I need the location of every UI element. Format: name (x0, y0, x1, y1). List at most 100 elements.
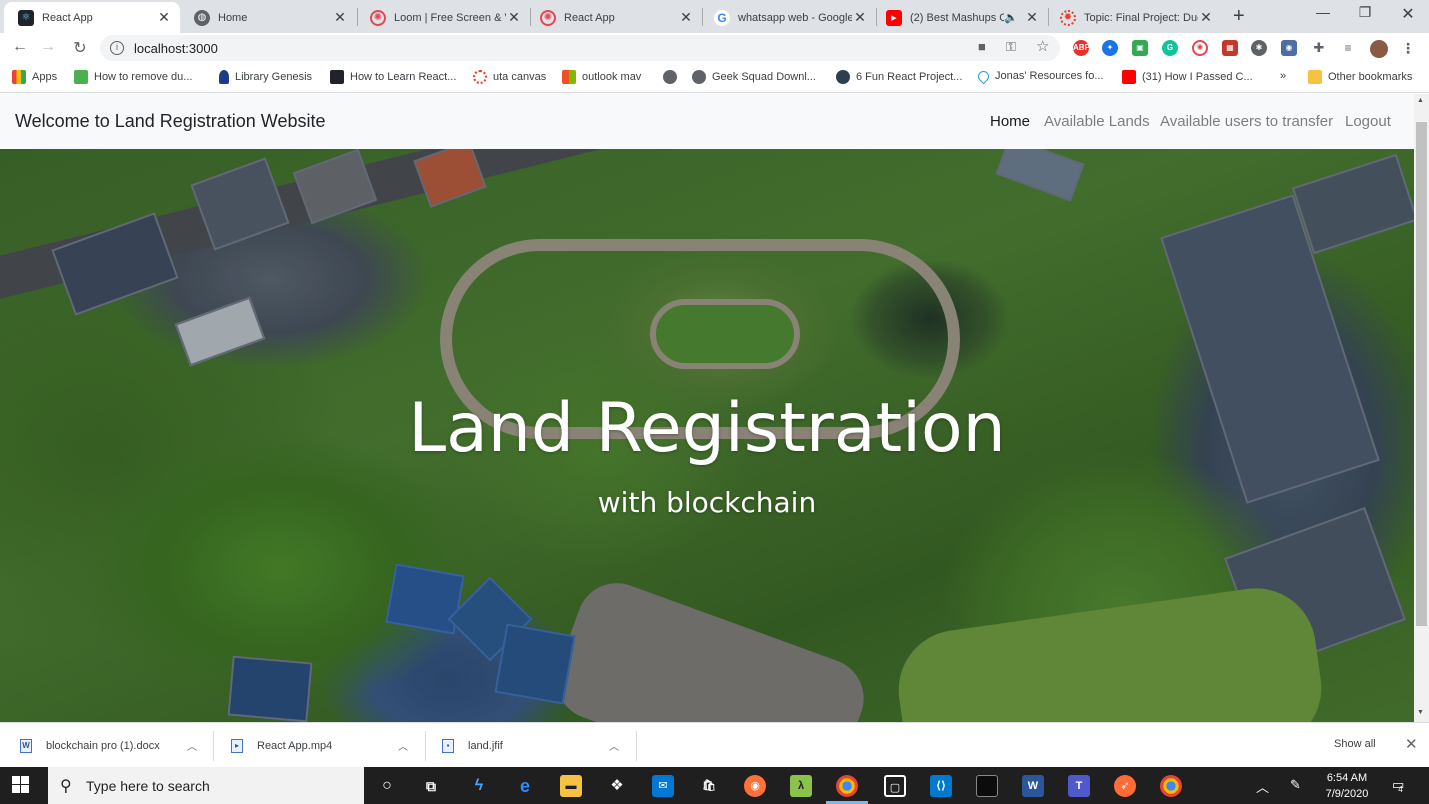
mail-icon[interactable]: ✉ (652, 775, 674, 797)
camera-icon[interactable]: ■ (978, 39, 986, 54)
search-icon: ⚲ (60, 778, 72, 795)
tab-title: Home (218, 11, 248, 24)
bookmark-item[interactable]: uta canvas (473, 70, 546, 84)
bookmark-item[interactable]: 6 Fun React Project... (836, 70, 962, 84)
download-item[interactable]: W blockchain pro (1).docx ︿ (20, 723, 205, 768)
close-tab-icon[interactable]: ✕ (1024, 9, 1040, 26)
close-tab-icon[interactable]: ✕ (332, 9, 348, 26)
chevron-up-icon[interactable]: ︿ (187, 738, 197, 753)
camera-extension-icon[interactable]: ◉ (1281, 40, 1297, 56)
tab-youtube[interactable]: ▶ (2) Best Mashups Of 🔈 ✕ (872, 2, 1048, 33)
chrome-icon[interactable] (1160, 775, 1182, 797)
close-window-button[interactable]: ✕ (1393, 4, 1423, 24)
info-icon[interactable]: i (110, 41, 124, 55)
taskbar-search-box[interactable]: ⚲ Type here to search (48, 767, 364, 804)
vscode-icon[interactable]: ⟨⟩ (930, 775, 952, 797)
close-tab-icon[interactable]: ✕ (156, 9, 172, 26)
close-icon[interactable]: ✕ (1405, 735, 1418, 753)
bookmarks-overflow-chevron[interactable]: » (1280, 70, 1286, 82)
cortana-icon[interactable]: ○ (376, 775, 398, 797)
postman-icon[interactable]: ➶ (1114, 775, 1136, 797)
nav-link-logout[interactable]: Logout (1345, 113, 1391, 130)
pen-icon[interactable]: ✎ (1290, 777, 1301, 793)
taskbar-clock[interactable]: 6:54 AM 7/9/2020 (1318, 770, 1376, 802)
extension-icon[interactable]: ▦ (1222, 40, 1238, 56)
maximize-button[interactable]: ❐ (1350, 4, 1380, 21)
bookmark-item[interactable]: How to remove du... (74, 70, 192, 84)
close-tab-icon[interactable]: ✕ (678, 9, 694, 26)
bolt-app-icon[interactable]: ϟ (468, 775, 490, 797)
speaker-muted-icon[interactable]: 🔈 (1004, 11, 1018, 24)
navbar-brand[interactable]: Welcome to Land Registration Website (15, 111, 326, 132)
key-icon[interactable]: ⚿ (1006, 39, 1016, 55)
nav-link-available-lands[interactable]: Available Lands (1044, 113, 1150, 130)
close-tab-icon[interactable]: ✕ (1198, 9, 1214, 26)
page-scrollbar[interactable]: ▲ ▼ (1414, 94, 1429, 722)
scrollbar-thumb[interactable] (1416, 122, 1427, 626)
nav-link-available-users[interactable]: Available users to transfer (1160, 113, 1333, 130)
minimize-button[interactable]: — (1308, 4, 1338, 20)
bookmark-item[interactable]: How to Learn React... (330, 70, 456, 84)
bookmark-item[interactable] (663, 70, 683, 84)
bookmark-item[interactable]: (31) How I Passed C... (1122, 70, 1253, 84)
avatar[interactable] (1370, 40, 1388, 58)
edge-icon[interactable]: e (514, 775, 536, 797)
extension-icon[interactable]: ▣ (1132, 40, 1148, 56)
close-tab-icon[interactable]: ✕ (506, 9, 522, 26)
scroll-up-arrow-icon[interactable]: ▲ (1417, 97, 1424, 104)
lambda-app-icon[interactable]: λ (790, 775, 812, 797)
extension-icon[interactable]: ✦ (1102, 40, 1118, 56)
new-tab-button[interactable]: + (1233, 5, 1245, 28)
loom-icon: ✺ (540, 9, 556, 26)
back-arrow-icon[interactable]: ← (10, 38, 30, 56)
close-tab-icon[interactable]: ✕ (852, 9, 868, 26)
tab-react-app-active[interactable]: ⚛ React App ✕ (4, 2, 180, 33)
chevron-up-icon[interactable]: ︿ (609, 738, 619, 753)
forward-arrow-icon[interactable]: → (38, 38, 58, 56)
nav-link-home[interactable]: Home (990, 113, 1030, 130)
tab-topic-final-project[interactable]: ✹ Topic: Final Project: Due ✕ (1046, 2, 1222, 33)
star-bookmark-icon[interactable]: ☆ (1036, 37, 1049, 55)
tab-loom[interactable]: ✺ Loom | Free Screen & Video ✕ (356, 2, 530, 33)
task-view-icon[interactable]: ⧉ (420, 775, 442, 797)
address-bar[interactable]: i localhost:3000 (100, 35, 1060, 61)
browser-tab-strip: ⚛ React App ✕ ◍ Home ✕ ✺ Loom | Free Scr… (0, 0, 1429, 33)
firefox-icon[interactable]: ◉ (744, 775, 766, 797)
screen-recorder-icon[interactable]: ▢ (884, 775, 906, 797)
bookmark-item[interactable]: outlook mav (562, 70, 641, 84)
file-explorer-icon[interactable]: ▬ (560, 775, 582, 797)
chrome-icon[interactable] (836, 775, 858, 797)
tab-react-app[interactable]: ✺ React App ✕ (526, 2, 702, 33)
grammarly-icon[interactable]: G (1162, 40, 1178, 56)
download-separator (425, 731, 426, 761)
windows-start-icon[interactable] (12, 776, 30, 794)
bookmark-item[interactable]: Geek Squad Downl... (692, 70, 816, 84)
tab-google-search[interactable]: G whatsapp web - Google Search ✕ (700, 2, 876, 33)
chevron-up-icon[interactable]: ︿ (398, 738, 408, 753)
bug-icon[interactable]: ✱ (1251, 40, 1267, 56)
terminal-icon[interactable] (976, 775, 998, 797)
download-item[interactable]: ▪ land.jfif ︿ (442, 723, 627, 768)
word-icon[interactable]: W (1022, 775, 1044, 797)
loom-icon: ✺ (370, 9, 386, 26)
store-icon[interactable]: 🛍 (698, 775, 720, 797)
bookmark-item[interactable]: Jonas' Resources fo... (975, 68, 1104, 84)
bookmark-apps[interactable]: Apps (12, 70, 57, 84)
reload-icon[interactable]: ↻ (70, 38, 90, 58)
tab-home[interactable]: ◍ Home ✕ (180, 2, 356, 33)
scroll-down-arrow-icon[interactable]: ▼ (1417, 709, 1424, 716)
puzzle-icon[interactable]: ✚ (1311, 40, 1327, 56)
notification-icon[interactable]: ▭4 (1392, 777, 1409, 794)
adblock-icon[interactable]: ABP (1073, 40, 1090, 56)
chevron-up-icon[interactable]: ︿ (1256, 777, 1269, 796)
media-queue-icon[interactable]: ≡ (1340, 40, 1356, 56)
dropbox-icon[interactable]: ❖ (606, 775, 628, 797)
bookmark-other[interactable]: Other bookmarks (1308, 70, 1412, 84)
teams-icon[interactable]: T (1068, 775, 1090, 797)
bookmark-item[interactable]: Library Genesis (219, 70, 312, 84)
download-item[interactable]: ▸ React App.mp4 ︿ (231, 723, 416, 768)
downloads-bar: W blockchain pro (1).docx ︿ ▸ React App.… (0, 722, 1429, 767)
loom-icon[interactable]: ✺ (1192, 40, 1208, 56)
show-all-button[interactable]: Show all (1326, 735, 1384, 753)
more-menu-icon[interactable]: ⋮ (1400, 40, 1416, 56)
